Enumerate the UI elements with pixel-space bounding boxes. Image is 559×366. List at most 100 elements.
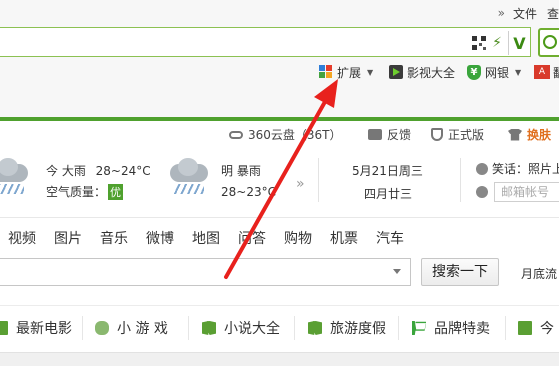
hot-search-hint[interactable]: 月底流 (521, 265, 557, 282)
verify-button[interactable]: V (508, 31, 530, 55)
book-icon (202, 321, 216, 335)
extensions-button[interactable]: 扩展 ▼ (319, 64, 373, 80)
today-temperature: 28~24°C (95, 164, 151, 178)
rain-cloud-icon (0, 158, 30, 194)
dictionary-icon: A (534, 65, 550, 79)
more-forecast-icon[interactable]: » (296, 176, 304, 192)
map-book-icon (308, 321, 322, 335)
today-condition: 今 大雨 (46, 164, 86, 178)
cloud-disk-link[interactable]: 360云盘（36T） (229, 126, 342, 143)
mail-icon (476, 186, 488, 198)
search-category-nav: 视频 图片 音乐 微博 地图 问答 购物 机票 汽车 (0, 228, 559, 248)
menu-file[interactable]: 文件 (513, 5, 537, 22)
quicklink-label: 小说大全 (224, 321, 280, 337)
skin-label: 换肤 (527, 128, 552, 142)
feedback-label: 反馈 (387, 128, 412, 142)
mail-account-input[interactable]: 邮箱帐号 (494, 182, 559, 202)
bank-label: 网银 (485, 65, 510, 80)
video-label: 影视大全 (407, 65, 456, 80)
skin-link[interactable]: 换肤 (508, 126, 551, 143)
lightning-icon[interactable]: ⚡ (492, 35, 502, 51)
dictionary-button[interactable]: A 翻 (534, 64, 559, 80)
nav-video[interactable]: 视频 (8, 228, 36, 248)
top-utility-bar: 360云盘（36T） 反馈 正式版 换肤 (0, 121, 559, 146)
shirt-icon (508, 128, 522, 141)
tomorrow-condition[interactable]: 明 暴雨 (221, 162, 261, 179)
lunar-date-text: 四月廿三 (364, 187, 413, 201)
search-box-edge[interactable] (538, 28, 559, 57)
divider (82, 316, 83, 340)
divider (188, 316, 189, 340)
official-version-label: 正式版 (448, 128, 485, 142)
bottom-strip (0, 352, 559, 366)
date-text: 5月21日周三 (352, 164, 423, 178)
today-forecast[interactable]: 今 大雨 28~24°C (46, 162, 151, 179)
address-tools: ⚡ V (472, 31, 530, 55)
cloud-disk-label: 360云盘（36T） (248, 128, 342, 142)
search-row: 搜索一下 月底流 (0, 258, 559, 288)
caret-down-icon[interactable]: ▼ (367, 68, 373, 77)
nav-cars[interactable]: 汽车 (376, 228, 404, 248)
air-quality[interactable]: 空气质量：优 (46, 183, 124, 200)
quicklink-travel[interactable]: 旅游度假 (308, 318, 386, 338)
quicklink-label: 最新电影 (16, 321, 72, 337)
chat-icon (368, 129, 382, 140)
divider (398, 316, 399, 340)
nav-qa[interactable]: 问答 (238, 228, 266, 248)
quicklink-label: 小 游 戏 (117, 321, 168, 337)
video-play-icon (389, 65, 403, 79)
shield-icon (431, 128, 443, 141)
cart-icon (412, 321, 426, 335)
browser-chrome: » 文件 查 ⚡ V 扩展 ▼ 影视大全 ¥ 网银 ▼ A 翻 (0, 0, 559, 117)
quicklink-label: 品牌特卖 (434, 321, 490, 337)
bank-money-icon: ¥ (467, 64, 481, 80)
quicklink-label: 今 (540, 321, 554, 337)
nav-flights[interactable]: 机票 (330, 228, 358, 248)
address-bar[interactable]: ⚡ V (0, 27, 531, 57)
dictionary-label: 翻 (553, 64, 559, 81)
quicklink-novels[interactable]: 小说大全 (202, 318, 280, 338)
chevron-double-right-icon[interactable]: » (498, 6, 505, 20)
quicklink-movies[interactable]: 最新电影 (0, 318, 72, 338)
nav-music[interactable]: 音乐 (100, 228, 128, 248)
joke-link[interactable]: 笑话：照片上 (476, 160, 559, 177)
feedback-link[interactable]: 反馈 (368, 126, 411, 143)
nav-images[interactable]: 图片 (54, 228, 82, 248)
video-button[interactable]: 影视大全 (389, 64, 455, 80)
divider (318, 158, 319, 202)
menu-view[interactable]: 查 (547, 5, 559, 22)
air-quality-badge: 优 (108, 184, 124, 200)
tomorrow-temperature: 28~23°C (221, 185, 276, 199)
divider (0, 217, 559, 218)
qr-code-icon[interactable] (472, 36, 487, 50)
quicklink-today[interactable]: 今 (518, 318, 554, 338)
cloud-icon (229, 130, 243, 139)
weather-panel: 今 大雨 28~24°C 空气质量：优 明 暴雨 28~23°C » 5月21日… (0, 148, 559, 210)
search-dropdown-icon[interactable] (393, 269, 401, 274)
quicklink-brand-sale[interactable]: 品牌特卖 (412, 318, 490, 338)
divider (505, 316, 506, 340)
caret-down-icon[interactable]: ▼ (515, 68, 521, 77)
search-input[interactable] (0, 258, 411, 286)
bank-button[interactable]: ¥ 网银 ▼ (467, 64, 521, 80)
movie-icon (0, 321, 8, 335)
extension-toolbar: 扩展 ▼ 影视大全 ¥ 网银 ▼ A 翻 (0, 60, 559, 84)
nav-shopping[interactable]: 购物 (284, 228, 312, 248)
divider (460, 158, 461, 202)
nav-map[interactable]: 地图 (192, 228, 220, 248)
divider (294, 316, 295, 340)
extensions-grid-icon (319, 65, 333, 79)
calendar-icon (518, 321, 532, 335)
gamepad-icon (95, 321, 109, 335)
quick-links-bar: 最新电影 小 游 戏 小说大全 旅游度假 品牌特卖 今 (0, 306, 559, 350)
smiley-icon (476, 163, 488, 175)
joke-label: 笑话：照片上 (492, 162, 559, 176)
quicklink-games[interactable]: 小 游 戏 (95, 318, 168, 338)
search-button[interactable]: 搜索一下 (421, 258, 499, 286)
nav-weibo[interactable]: 微博 (146, 228, 174, 248)
official-version-link[interactable]: 正式版 (431, 126, 484, 143)
storm-cloud-icon (166, 158, 210, 194)
extensions-label: 扩展 (337, 65, 362, 80)
quicklink-label: 旅游度假 (330, 321, 386, 337)
air-quality-label: 空气质量： (46, 185, 107, 199)
